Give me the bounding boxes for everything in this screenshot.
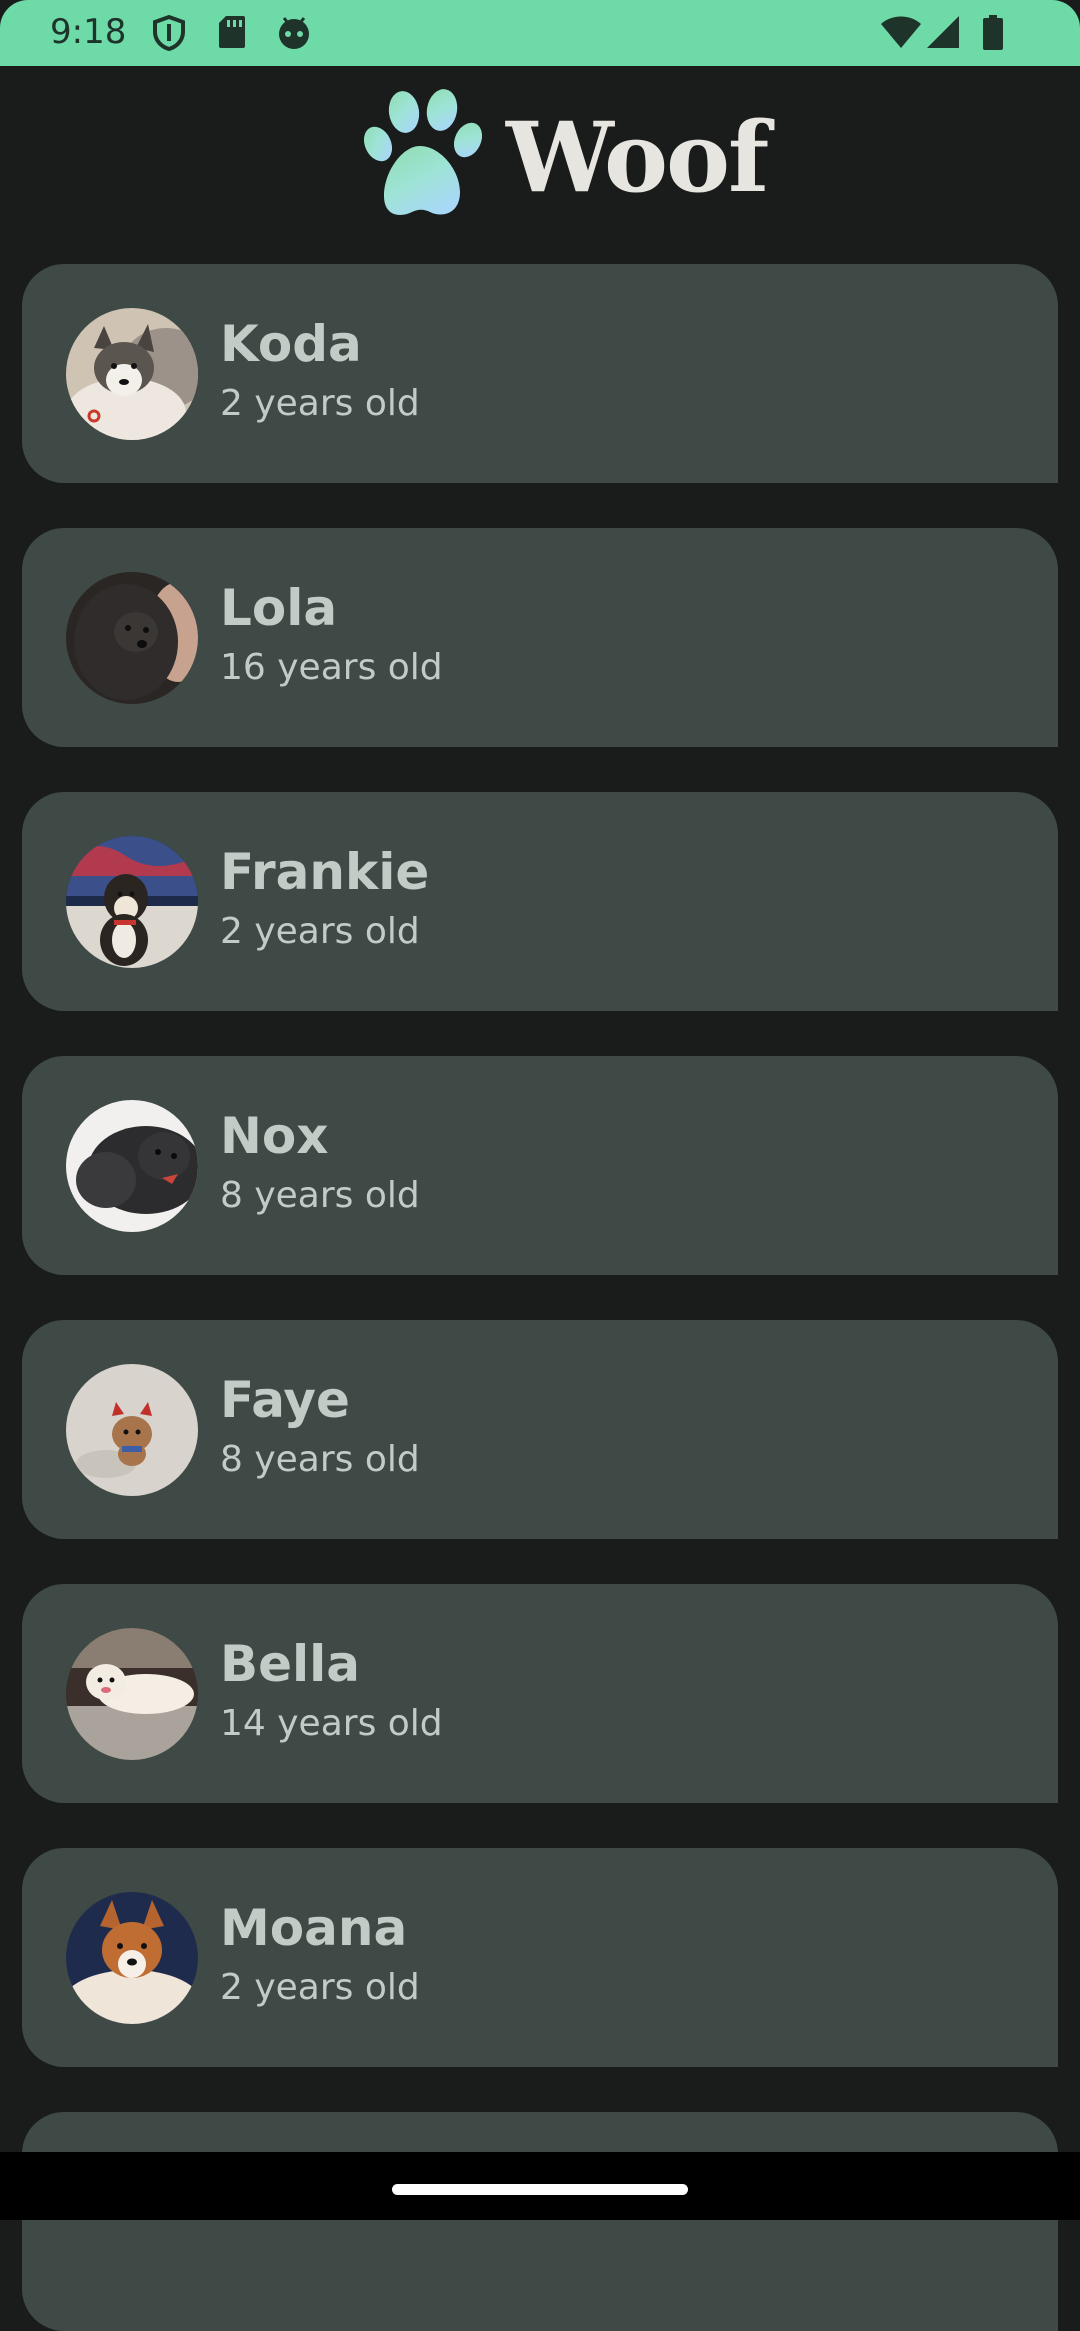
dog-age: 14 years old: [220, 1703, 443, 1744]
dog-photo: [66, 1892, 198, 2024]
dog-age: 2 years old: [220, 1967, 420, 2008]
dog-card-partial[interactable]: [22, 2112, 1058, 2331]
dog-photo: [66, 1364, 198, 1496]
wifi-icon: [880, 15, 922, 53]
dog-photo: [66, 1100, 198, 1232]
battery-icon: [982, 15, 1004, 55]
android-debug-icon: [276, 15, 312, 55]
dog-card[interactable]: Lola 16 years old: [22, 528, 1058, 747]
paw-icon: [356, 88, 486, 226]
dog-card[interactable]: Faye 8 years old: [22, 1320, 1058, 1539]
dog-name: Nox: [220, 1107, 329, 1165]
dog-name: Koda: [220, 315, 362, 373]
dog-photo: [66, 836, 198, 968]
navigation-bar: [0, 2152, 1080, 2220]
dog-card[interactable]: Nox 8 years old: [22, 1056, 1058, 1275]
app-title: Woof: [506, 101, 769, 214]
dog-name: Lola: [220, 579, 338, 637]
dog-photo: [66, 1628, 198, 1760]
dog-name: Bella: [220, 1635, 361, 1693]
dog-card[interactable]: Moana 2 years old: [22, 1848, 1058, 2067]
dog-photo: [66, 572, 198, 704]
dog-card[interactable]: Koda 2 years old: [22, 264, 1058, 483]
app-logo: Woof: [356, 88, 769, 228]
dog-age: 8 years old: [220, 1439, 420, 1480]
dog-card[interactable]: Frankie 2 years old: [22, 792, 1058, 1011]
dog-age: 2 years old: [220, 911, 420, 952]
dog-age: 8 years old: [220, 1175, 420, 1216]
dog-age: 16 years old: [220, 647, 443, 688]
dog-name: Moana: [220, 1899, 408, 1957]
dog-name: Frankie: [220, 843, 430, 901]
dog-card[interactable]: Bella 14 years old: [22, 1584, 1058, 1803]
status-time: 9:18: [50, 12, 127, 52]
app-bar: Woof: [0, 66, 1080, 256]
cell-signal-icon: [926, 15, 960, 53]
shield-icon: [152, 14, 186, 55]
dog-name: Faye: [220, 1371, 350, 1429]
dog-age: 2 years old: [220, 383, 420, 424]
status-bar: 9:18: [0, 0, 1080, 66]
dog-photo: [66, 308, 198, 440]
home-gesture-handle[interactable]: [392, 2184, 688, 2195]
sd-card-icon: [218, 15, 246, 53]
